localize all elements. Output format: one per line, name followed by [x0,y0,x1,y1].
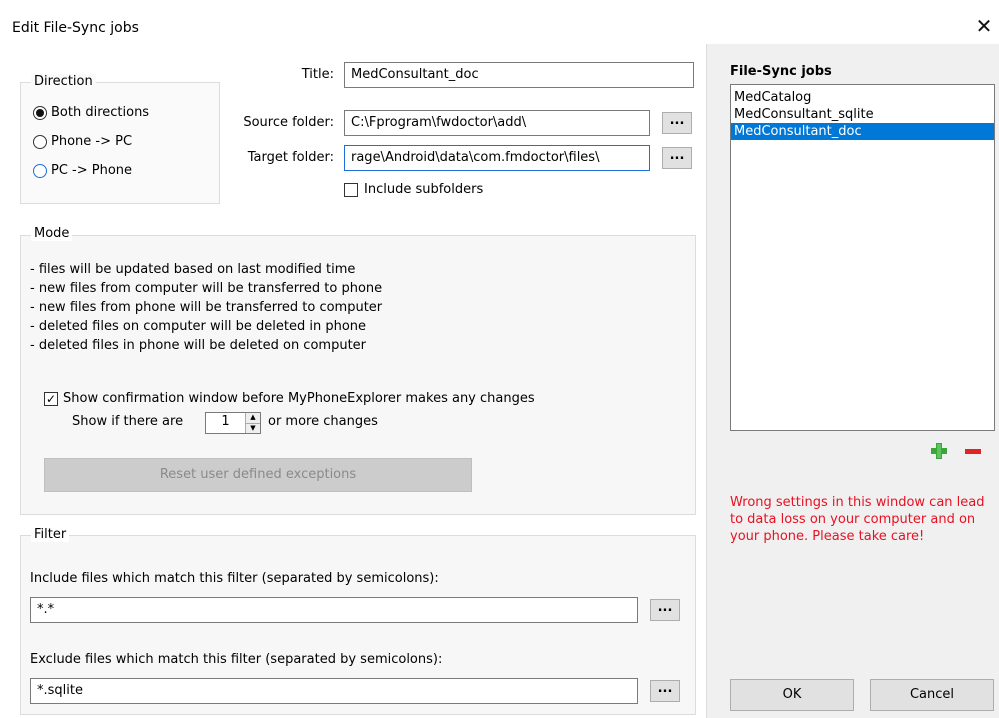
checkbox-label: Show confirmation window before MyPhoneE… [63,391,535,406]
close-icon[interactable]: ✕ [972,14,996,38]
mode-line: - new files from computer will be transf… [30,281,383,296]
mode-description: - files will be updated based on last mo… [30,260,382,355]
target-folder-label: Target folder: [247,150,334,165]
show-if-prefix: Show if there are [72,414,184,429]
mode-line: - deleted files on computer will be dele… [30,319,367,334]
source-folder-input[interactable]: C:\Fprogram\fwdoctor\add\ [344,110,650,136]
mode-line: - deleted files in phone will be deleted… [30,338,367,353]
title-bar [0,0,999,44]
cancel-button[interactable]: Cancel [870,679,994,711]
warning-message: Wrong settings in this window can lead t… [730,495,985,544]
source-folder-label: Source folder: [243,115,334,130]
job-list-item-selected[interactable]: MedConsultant_doc [731,123,994,140]
remove-job-icon[interactable] [964,442,982,460]
source-browse-button[interactable]: ... [662,112,692,134]
reset-exceptions-button[interactable]: Reset user defined exceptions [44,458,472,492]
target-browse-button[interactable]: ... [662,147,692,169]
stepper-up-icon[interactable]: ▲ [246,413,260,423]
mode-line: - files will be updated based on last mo… [30,262,356,277]
stepper-buttons[interactable]: ▲ ▼ [245,413,260,433]
threshold-value[interactable]: 1 [206,413,245,433]
mode-line: - new files from phone will be transferr… [30,300,383,315]
radio-pc-to-phone[interactable]: PC -> Phone [33,163,132,178]
radio-indicator [33,105,47,120]
threshold-stepper[interactable]: 1 ▲ ▼ [205,412,261,434]
jobs-list[interactable]: MedCatalog MedConsultant_sqlite MedConsu… [730,84,995,431]
radio-label: Phone -> PC [51,134,133,149]
exclude-filter-input[interactable]: *.sqlite [30,678,638,704]
radio-phone-to-pc[interactable]: Phone -> PC [33,134,132,149]
jobs-heading: File-Sync jobs [730,64,832,79]
checkbox-label: Include subfolders [364,182,484,197]
target-folder-input[interactable]: rage\Android\data\com.fmdoctor\files\ [344,145,650,171]
title-label: Title: [301,67,334,82]
exclude-filter-browse-button[interactable]: ... [650,680,680,702]
include-filter-label: Include files which match this filter (s… [30,571,439,586]
include-filter-input[interactable]: *.* [30,597,638,623]
include-filter-browse-button[interactable]: ... [650,599,680,621]
filter-legend: Filter [31,527,70,542]
stepper-down-icon[interactable]: ▼ [246,422,260,433]
exclude-filter-label: Exclude files which match this filter (s… [30,652,443,667]
mode-legend: Mode [31,226,73,241]
include-subfolders-checkbox[interactable]: Include subfolders [344,182,483,197]
direction-legend: Direction [31,74,96,89]
add-job-icon[interactable] [930,442,948,460]
radio-indicator [33,163,47,178]
ok-button[interactable]: OK [730,679,854,711]
radio-label: Both directions [51,105,150,120]
job-list-item[interactable]: MedCatalog [731,89,994,106]
window-title: Edit File-Sync jobs [12,20,139,36]
checkbox-box: ✓ [44,391,58,406]
checkbox-box [344,182,358,197]
radio-label: PC -> Phone [51,163,133,178]
title-input[interactable]: MedConsultant_doc [344,62,694,88]
radio-both-directions[interactable]: Both directions [33,105,149,120]
job-list-item[interactable]: MedConsultant_sqlite [731,106,994,123]
show-if-suffix: or more changes [268,414,378,429]
radio-indicator [33,134,47,149]
confirmation-checkbox[interactable]: ✓ Show confirmation window before MyPhon… [44,391,535,406]
